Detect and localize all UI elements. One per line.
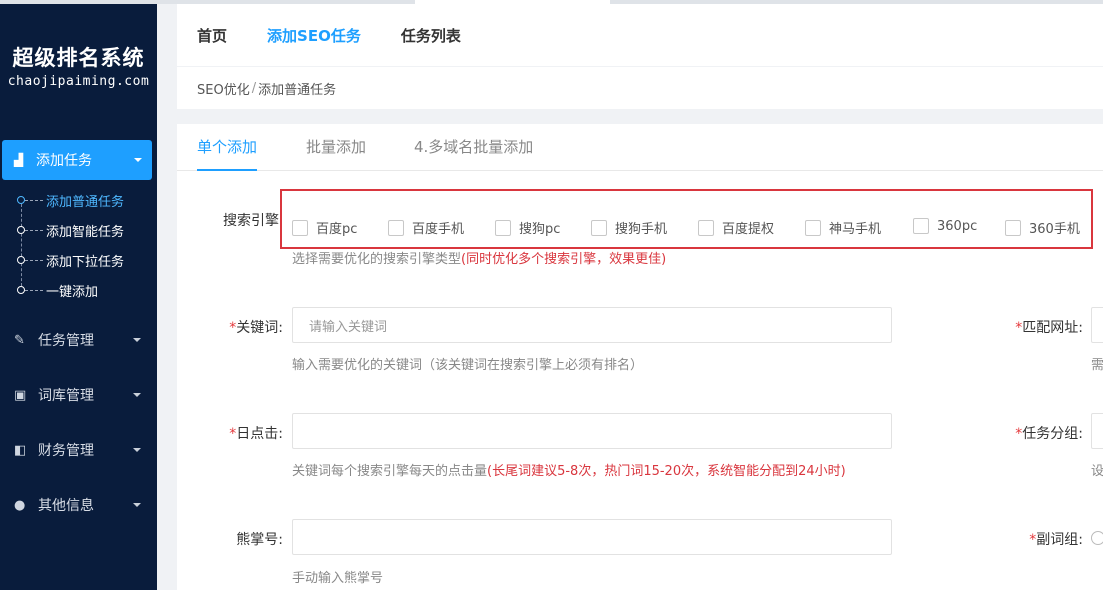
logo-subtitle: chaojipaiming.com [7,74,150,89]
logo-title: 超级排名系统 [12,45,145,70]
engine-label: 百度手机 [412,222,465,237]
task-group-label: *任务分组: [1015,426,1083,442]
engines-label: 搜索引擎 [223,213,279,229]
engine-checkbox-360-pc[interactable]: 360pc [913,218,977,234]
keyword-input[interactable]: 请输入关键词 [292,307,892,343]
sidebar-item-task-management[interactable]: ✎ 任务管理 [0,320,157,360]
task-group-hint: 设 [1091,464,1103,479]
subitem-add-dropdown-task[interactable]: 添加下拉任务 [17,245,124,275]
engine-checkbox-sogou-pc[interactable]: 搜狗pc [495,218,560,237]
daily-clicks-input[interactable] [292,413,892,449]
daily-clicks-hint: 关键词每个搜索引擎每天的点击量(长尾词建议5-8次，热门词15-20次，系统智能… [292,464,846,479]
tab-batch-add[interactable]: 批量添加 [306,124,366,171]
subitem-label: 一键添加 [46,284,99,300]
engine-label: 360手机 [1029,222,1080,237]
subitem-dot-icon [17,196,25,204]
nav-home[interactable]: 首页 [197,25,227,46]
chevron-down-icon [133,448,141,452]
sidebar-item-other-info[interactable]: ● 其他信息 [0,485,157,525]
subitem-one-click-add[interactable]: 一键添加 [17,275,98,305]
checkbox-icon [292,219,308,236]
sidebar-item-keyword-library[interactable]: ▣ 词库管理 [0,375,157,415]
xiongzhang-input[interactable] [292,519,892,555]
nav-task-list[interactable]: 任务列表 [401,25,461,46]
chevron-down-icon [133,503,141,507]
checkbox-icon [388,219,404,236]
book-icon: ▣ [14,387,27,403]
subitem-dot-icon [17,286,25,294]
subitem-dot-icon [17,256,25,264]
sidebar: 超级排名系统 chaojipaiming.com ▟ 添加任务 添加普通任务 添… [0,4,157,590]
engines-hint: 选择需要优化的搜索引擎类型(同时优化多个搜索引擎，效果更佳) [292,252,667,267]
subitem-dot-icon [17,226,25,234]
match-url-label: *匹配网址: [1015,320,1083,336]
checkbox-icon [1005,219,1021,236]
sidebar-item-label: 财务管理 [38,443,94,459]
checkbox-icon [495,219,511,236]
wallet-icon: ◧ [14,442,27,458]
engine-label: 百度提权 [722,222,775,237]
daily-clicks-hint-emphasis: (长尾词建议5-8次，热门词15-20次，系统智能分配到24小时) [487,464,846,479]
top-nav: 首页 添加SEO任务 任务列表 [177,4,1103,66]
subitem-label: 添加智能任务 [46,224,125,240]
daily-clicks-label: *日点击: [229,426,283,442]
engine-checkbox-360-mobile[interactable]: 360手机 [1005,218,1080,237]
breadcrumb-separator: / [251,80,257,96]
breadcrumb-current: 添加普通任务 [258,82,337,98]
engine-label: 360pc [937,218,978,234]
sidebar-item-label: 其他信息 [38,498,94,514]
engine-checkbox-baidu-mobile[interactable]: 百度手机 [388,218,464,237]
match-url-hint: 需 [1091,358,1103,373]
engine-label: 搜狗手机 [615,222,668,237]
tab-bar: 单个添加 批量添加 4.多域名批量添加 [177,124,1103,171]
match-url-input[interactable] [1091,307,1103,343]
engine-checkbox-baidu-tiquan[interactable]: 百度提权 [698,218,774,237]
keyword-placeholder: 请输入关键词 [309,319,388,335]
chat-icon: ● [14,497,26,513]
engine-checkbox-sogou-mobile[interactable]: 搜狗手机 [591,218,667,237]
breadcrumb-parent[interactable]: SEO优化 [197,79,250,98]
chevron-down-icon [133,393,141,397]
chart-icon: ▟ [14,153,24,167]
sidebar-item-add-task[interactable]: ▟ 添加任务 [2,140,152,180]
sidebar-item-label: 任务管理 [38,333,94,349]
chevron-down-icon [133,338,141,342]
breadcrumb: SEO优化 / 添加普通任务 [177,67,1103,109]
checkbox-icon [913,218,929,234]
engine-label: 搜狗pc [519,222,561,237]
xiongzhang-label: 熊掌号: [236,532,283,548]
task-group-select[interactable] [1091,413,1103,449]
keyword-hint: 输入需要优化的关键词（该关键词在搜索引擎上必须有排名） [292,358,644,373]
tab-single-add[interactable]: 单个添加 [197,124,258,171]
engine-checkbox-shenma-mobile[interactable]: 神马手机 [805,218,881,237]
tab-multi-domain-batch-add[interactable]: 4.多域名批量添加 [414,124,533,171]
keyword-label: *关键词: [229,320,283,336]
sidebar-item-finance[interactable]: ◧ 财务管理 [0,430,157,470]
sidebar-item-label: 词库管理 [38,388,94,404]
sub-group-label: *副词组: [1029,532,1083,548]
subitem-add-smart-task[interactable]: 添加智能任务 [17,215,124,245]
engines-hint-emphasis: (同时优化多个搜索引擎，效果更佳) [461,252,667,267]
engine-label: 神马手机 [829,222,882,237]
subitem-label: 添加普通任务 [46,194,125,210]
sidebar-item-label: 添加任务 [36,153,92,169]
checkbox-icon [805,219,821,236]
engine-label: 百度pc [316,222,358,237]
subitem-label: 添加下拉任务 [46,254,125,270]
checkbox-icon [698,219,714,236]
checkbox-icon [591,219,607,236]
sub-group-radio[interactable] [1091,531,1103,545]
subitem-add-normal-task[interactable]: 添加普通任务 [17,185,124,215]
edit-icon: ✎ [14,332,25,348]
engine-checkbox-baidu-pc[interactable]: 百度pc [292,218,357,237]
xiongzhang-hint: 手动输入熊掌号 [292,571,384,586]
nav-add-seo-task[interactable]: 添加SEO任务 [267,25,361,46]
chevron-down-icon [134,158,142,162]
form-card: 单个添加 批量添加 4.多域名批量添加 搜索引擎 百度pc 百度手机 搜狗pc … [177,124,1103,590]
